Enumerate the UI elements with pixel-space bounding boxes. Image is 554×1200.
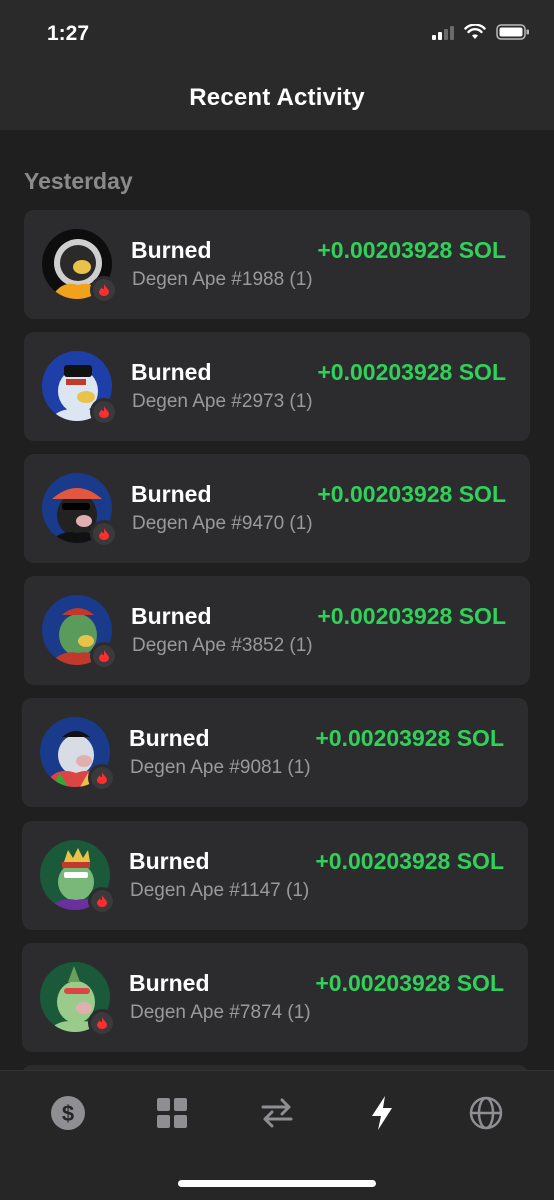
svg-text:$: $ <box>62 1101 74 1126</box>
activity-amount: +0.00203928 SOL <box>317 359 506 385</box>
status-icons <box>432 24 530 40</box>
activity-item[interactable]: Burned +0.00203928 SOL Degen Ape #1988 (… <box>24 210 530 319</box>
tab-collectibles[interactable] <box>152 1093 192 1133</box>
tab-swap[interactable] <box>257 1093 297 1133</box>
fire-icon <box>99 528 109 540</box>
burn-badge <box>90 520 118 548</box>
activity-item-name: Degen Ape #9081 (1) <box>130 757 311 778</box>
wifi-icon <box>464 24 486 39</box>
home-indicator <box>178 1180 376 1187</box>
activity-item[interactable]: Burned +0.00203928 SOL Degen Ape #9081 (… <box>22 698 528 807</box>
activity-item[interactable]: Burned +0.00203928 SOL Degen Ape #1147 (… <box>22 821 528 930</box>
fire-icon <box>97 895 107 907</box>
activity-amount: +0.00203928 SOL <box>315 848 504 874</box>
section-label: Yesterday <box>24 168 133 194</box>
fire-icon <box>99 284 109 296</box>
fire-icon <box>97 1017 107 1029</box>
activity-action: Burned <box>131 603 212 629</box>
activity-item[interactable]: Burned +0.00203928 SOL Degen Ape #7874 (… <box>22 943 528 1052</box>
burn-badge <box>88 764 116 792</box>
battery-icon <box>496 24 529 40</box>
header: Recent Activity <box>0 64 554 130</box>
activity-item[interactable]: Burned +0.00203928 SOL Degen Ape #3852 (… <box>24 576 530 685</box>
burn-badge <box>90 642 118 670</box>
activity-amount: +0.00203928 SOL <box>317 237 506 263</box>
activity-amount: +0.00203928 SOL <box>315 970 504 996</box>
page-title: Recent Activity <box>189 84 365 111</box>
burn-badge <box>90 398 118 426</box>
activity-item-name: Degen Ape #7874 (1) <box>130 1002 311 1023</box>
burn-badge <box>88 887 116 915</box>
fire-icon <box>99 650 109 662</box>
signal-icon <box>432 24 454 40</box>
globe-icon <box>469 1096 503 1130</box>
activity-action: Burned <box>131 359 212 385</box>
swap-icon <box>261 1098 293 1128</box>
activity-amount: +0.00203928 SOL <box>317 603 506 629</box>
activity-item[interactable]: Burned +0.00203928 SOL Degen Ape #9470 (… <box>24 454 530 563</box>
activity-item-name: Degen Ape #3852 (1) <box>132 635 313 656</box>
activity-list[interactable]: Yesterday Burned +0.00203928 SOL Degen A… <box>0 130 554 1070</box>
status-bar: 1:27 <box>0 0 554 64</box>
tab-balance[interactable]: $ <box>48 1093 88 1133</box>
activity-action: Burned <box>131 481 212 507</box>
tab-activity[interactable] <box>362 1093 402 1133</box>
activity-action: Burned <box>129 970 210 996</box>
fire-icon <box>99 406 109 418</box>
activity-action: Burned <box>129 848 210 874</box>
activity-item[interactable]: Burned +0.00203928 SOL Degen Ape #2973 (… <box>24 332 530 441</box>
activity-action: Burned <box>131 237 212 263</box>
dollar-icon: $ <box>51 1096 85 1130</box>
grid-icon <box>157 1098 187 1128</box>
tab-browser[interactable] <box>466 1093 506 1133</box>
activity-amount: +0.00203928 SOL <box>315 725 504 751</box>
activity-action: Burned <box>129 725 210 751</box>
activity-item-name: Degen Ape #2973 (1) <box>132 391 313 412</box>
burn-badge <box>90 276 118 304</box>
activity-item-name: Degen Ape #1988 (1) <box>132 269 313 290</box>
lightning-icon <box>372 1096 392 1130</box>
activity-item-name: Degen Ape #9470 (1) <box>132 513 313 534</box>
activity-item-name: Degen Ape #1147 (1) <box>130 880 310 901</box>
activity-amount: +0.00203928 SOL <box>317 481 506 507</box>
fire-icon <box>97 772 107 784</box>
burn-badge <box>88 1009 116 1037</box>
status-time: 1:27 <box>47 22 90 45</box>
